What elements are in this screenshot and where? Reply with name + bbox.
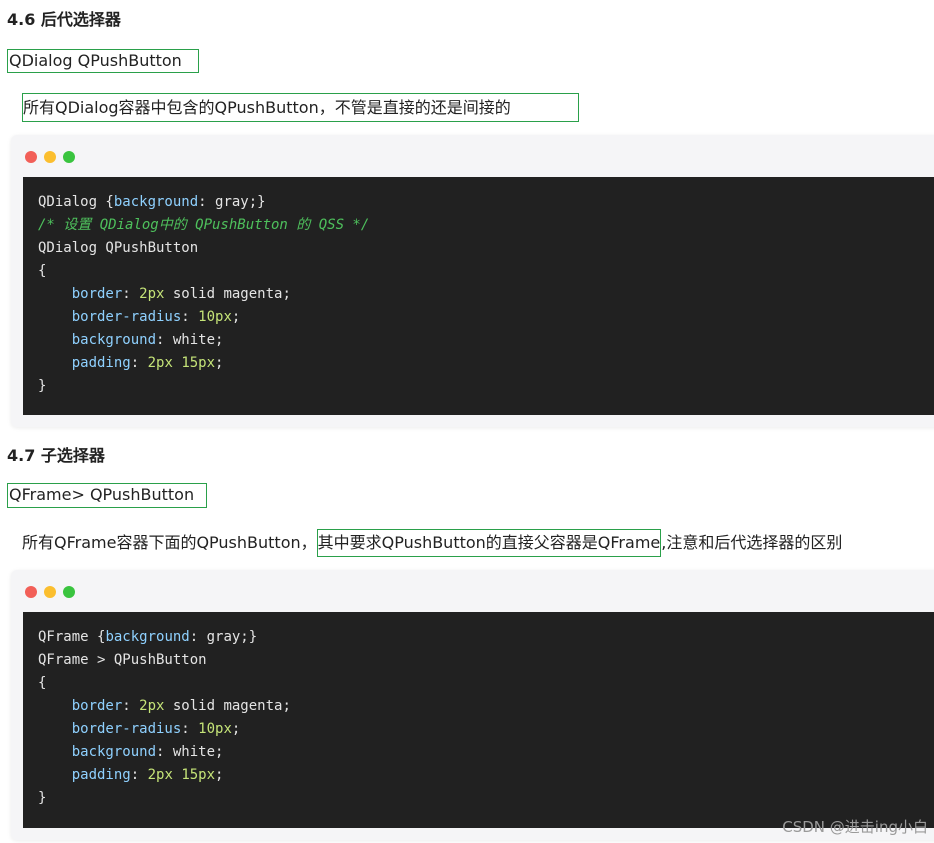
code-block-card: QFrame {background: gray;} QFrame > QPush… <box>11 570 934 840</box>
close-dot-icon <box>25 151 37 163</box>
code-line: QDialog {background: gray;} <box>38 194 266 210</box>
code-line: /* 设置 QDialog中的 QPushButton 的 QSS */ <box>38 217 370 233</box>
minimize-dot-icon <box>44 586 56 598</box>
code-line: } <box>38 378 47 394</box>
section-heading-descendant: 4.6 后代选择器 <box>7 10 121 29</box>
close-dot-icon <box>25 586 37 598</box>
code-block: QDialog {background: gray;} /* 设置 QDialog… <box>23 177 934 415</box>
code-line: } <box>38 790 47 806</box>
description-text: 所有QFrame容器下面的QPushButton，其中要求QPushButton… <box>22 529 842 557</box>
section-heading-child: 4.7 子选择器 <box>7 446 105 465</box>
maximize-dot-icon <box>63 151 75 163</box>
code-line: background: white; <box>71 332 224 348</box>
highlighted-phrase: 其中要求QPushButton的直接父容器是QFrame <box>316 529 662 557</box>
code-block: QFrame {background: gray;} QFrame > QPush… <box>23 612 934 828</box>
code-line: border: 2px solid magenta; <box>71 698 291 714</box>
code-line: background: white; <box>71 744 224 760</box>
selector-text: QFrame> QPushButton <box>9 485 195 504</box>
code-line: { <box>38 675 47 691</box>
code-line: QFrame {background: gray;} <box>38 629 258 645</box>
code-line: padding: 2px 15px; <box>71 355 224 371</box>
code-line: QFrame > QPushButton <box>38 652 207 668</box>
window-dots <box>25 148 82 163</box>
minimize-dot-icon <box>44 151 56 163</box>
code-line: { <box>38 263 47 279</box>
window-dots <box>25 583 82 598</box>
description-text: 所有QDialog容器中包含的QPushButton，不管是直接的还是间接的 <box>22 93 579 122</box>
code-line: border-radius: 10px; <box>71 309 241 325</box>
watermark: CSDN @进击ing小白 <box>782 818 928 836</box>
code-line: border-radius: 10px; <box>71 721 241 737</box>
code-block-card: QDialog {background: gray;} /* 设置 QDialog… <box>11 135 934 427</box>
code-line: border: 2px solid magenta; <box>71 286 291 302</box>
maximize-dot-icon <box>63 586 75 598</box>
selector-example: QDialog QPushButton <box>7 49 199 73</box>
code-line: QDialog QPushButton <box>38 240 199 256</box>
selector-example: QFrame> QPushButton <box>7 483 207 508</box>
selector-text: QDialog QPushButton <box>9 51 182 70</box>
code-line: padding: 2px 15px; <box>71 767 224 783</box>
